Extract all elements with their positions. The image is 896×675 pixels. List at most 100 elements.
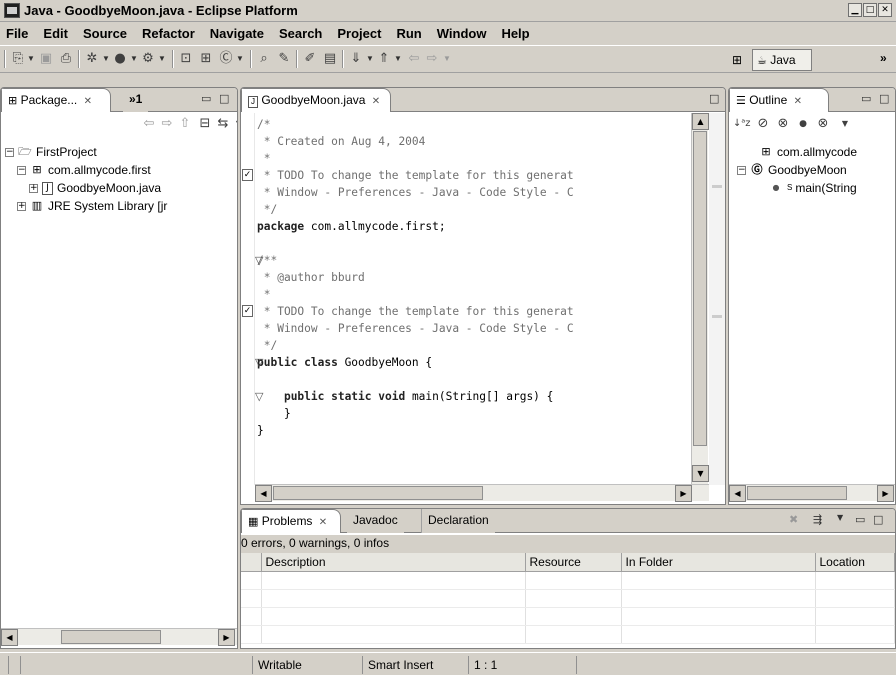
new-class-icon[interactable]: Ⓒ [218,51,234,67]
vertical-scrollbar[interactable]: ▲ ▼ [691,113,709,485]
tab-javadoc[interactable]: Javadoc [347,509,404,533]
new-package-icon[interactable]: ⊞ [198,51,214,67]
tree-item-library[interactable]: + ▥ JRE System Library [jr [17,197,167,215]
collapse-expander-icon[interactable]: − [5,147,14,157]
scroll-left-icon[interactable]: ◀ [1,629,18,646]
menu-refactor[interactable]: Refactor [142,26,195,41]
code-line[interactable]: * Created on Aug 4, 2004 [257,133,574,150]
menu-navigate[interactable]: Navigate [210,26,264,41]
forward-icon[interactable]: ⇨ [159,116,175,132]
scroll-right-icon[interactable]: ▶ [877,485,894,502]
search-icon[interactable]: ✎ [276,51,292,67]
task-marker-icon[interactable]: ✓ [242,305,253,317]
hide-non-public-icon[interactable]: ● [795,116,811,132]
fold-toggle-icon[interactable]: ▽ [255,252,263,269]
menu-source[interactable]: Source [83,26,127,41]
previous-annotation-dropdown-icon[interactable]: ▼ [394,51,402,67]
up-icon[interactable]: ⇧ [177,116,193,132]
code-line[interactable]: * Window - Preferences - Java - Code Sty… [257,320,574,337]
scroll-up-icon[interactable]: ▲ [692,113,709,130]
horizontal-scrollbar[interactable]: ◀ ▶ [729,484,895,502]
back-icon[interactable]: ⇦ [406,51,422,67]
horizontal-scrollbar[interactable]: ◀ ▶ [255,484,709,502]
code-line[interactable]: package com.allmycode.first; [257,218,574,235]
scroll-thumb[interactable] [693,131,707,446]
hide-fields-icon[interactable]: ⊘ [755,116,771,132]
expand-expander-icon[interactable]: + [17,201,26,211]
outline-item-method[interactable]: ● S main(String [769,179,857,197]
menu-search[interactable]: Search [279,26,322,41]
maximize-button[interactable]: □ [863,3,877,17]
column-location[interactable]: Location [815,553,895,572]
task-marker-icon[interactable]: ✓ [242,169,253,181]
code-line[interactable]: * Window - Preferences - Java - Code Sty… [257,184,574,201]
tab-problems[interactable]: ▦ Problems ✕ [241,509,341,533]
new-dropdown-icon[interactable]: ▼ [27,51,35,67]
column-resource[interactable]: Resource [525,553,622,572]
code-line[interactable]: public static void main(String[] args) { [257,388,574,405]
collapse-expander-icon[interactable]: − [17,165,26,175]
menu-edit[interactable]: Edit [43,26,68,41]
menu-window[interactable]: Window [437,26,487,41]
tab-close-icon[interactable]: ✕ [84,96,92,107]
fold-toggle-icon[interactable]: ▽ [255,354,263,371]
open-type-icon[interactable]: ⌕ [256,51,272,67]
show-source-icon[interactable]: ▤ [322,51,338,67]
close-button[interactable]: ✕ [878,3,892,17]
code-line[interactable]: * TODO To change the template for this g… [257,167,574,184]
tab-declaration[interactable]: Declaration [421,509,495,533]
scroll-right-icon[interactable]: ▶ [675,485,692,502]
view-menu-icon[interactable]: ▼ [837,116,853,132]
run-icon[interactable]: ● [112,51,128,67]
maximize-view-icon[interactable]: □ [219,92,229,105]
next-annotation-icon[interactable]: ⇓ [348,51,364,67]
tree-item-package[interactable]: − ⊞ com.allmycode.first [17,161,151,179]
code-line[interactable]: public class GoodbyeMoon { [257,354,574,371]
external-tools-icon[interactable]: ⚙ [140,51,156,67]
scroll-thumb[interactable] [273,486,483,500]
expand-expander-icon[interactable]: + [29,183,38,193]
toggle-mark-occurrences-icon[interactable]: ✐ [302,51,318,67]
new-class-dropdown-icon[interactable]: ▼ [236,51,244,67]
scroll-thumb[interactable] [747,486,847,500]
column-marker[interactable] [241,553,262,572]
new-icon[interactable]: ⎘ [10,51,26,67]
tab-package-explorer[interactable]: ⊞ Package... ✕ [1,88,111,112]
view-menu-icon[interactable]: ▼ [231,116,237,132]
previous-annotation-icon[interactable]: ⇑ [376,51,392,67]
forward-icon[interactable]: ⇨ [424,51,440,67]
run-dropdown-icon[interactable]: ▼ [130,51,138,67]
scroll-thumb[interactable] [61,630,161,644]
forward-dropdown-icon[interactable]: ▼ [443,51,451,67]
minimize-view-icon[interactable]: ▭ [861,92,871,105]
code-line[interactable]: * [257,286,574,303]
debug-icon[interactable]: ✲ [84,51,100,67]
code-line[interactable] [257,371,574,388]
code-line[interactable]: */ [257,201,574,218]
more-perspectives-button[interactable]: » [880,51,887,65]
delete-icon[interactable]: ✖ [789,513,798,526]
view-menu-icon[interactable]: ▼ [837,513,843,522]
tab-close-icon[interactable]: ✕ [319,517,327,528]
fold-toggle-icon[interactable]: ▽ [255,388,263,405]
maximize-view-icon[interactable]: □ [709,92,719,105]
minimize-view-icon[interactable]: ▭ [855,513,865,526]
task-marker[interactable] [712,315,722,318]
horizontal-scrollbar[interactable]: ◀ ▶ [1,628,237,646]
next-annotation-dropdown-icon[interactable]: ▼ [366,51,374,67]
tab-goodbyemoon-java[interactable]: J GoodbyeMoon.java ✕ [241,88,391,112]
code-line[interactable]: } [257,405,574,422]
hide-local-types-icon[interactable]: ⊗ [815,116,831,132]
tab-close-icon[interactable]: ✕ [372,96,380,107]
code-line[interactable]: * [257,150,574,167]
code-line[interactable]: /* [257,116,574,133]
java-perspective-button[interactable]: ☕ Java [752,49,812,71]
scroll-right-icon[interactable]: ▶ [218,629,235,646]
maximize-view-icon[interactable]: □ [873,513,883,526]
menu-help[interactable]: Help [501,26,529,41]
maximize-view-icon[interactable]: □ [879,92,889,105]
tab-close-icon[interactable]: ✕ [794,96,802,107]
code-line[interactable]: /** [257,252,574,269]
more-tabs-button[interactable]: »1 [123,88,149,112]
code-text[interactable]: /* * Created on Aug 4, 2004 * * TODO To … [257,116,574,439]
